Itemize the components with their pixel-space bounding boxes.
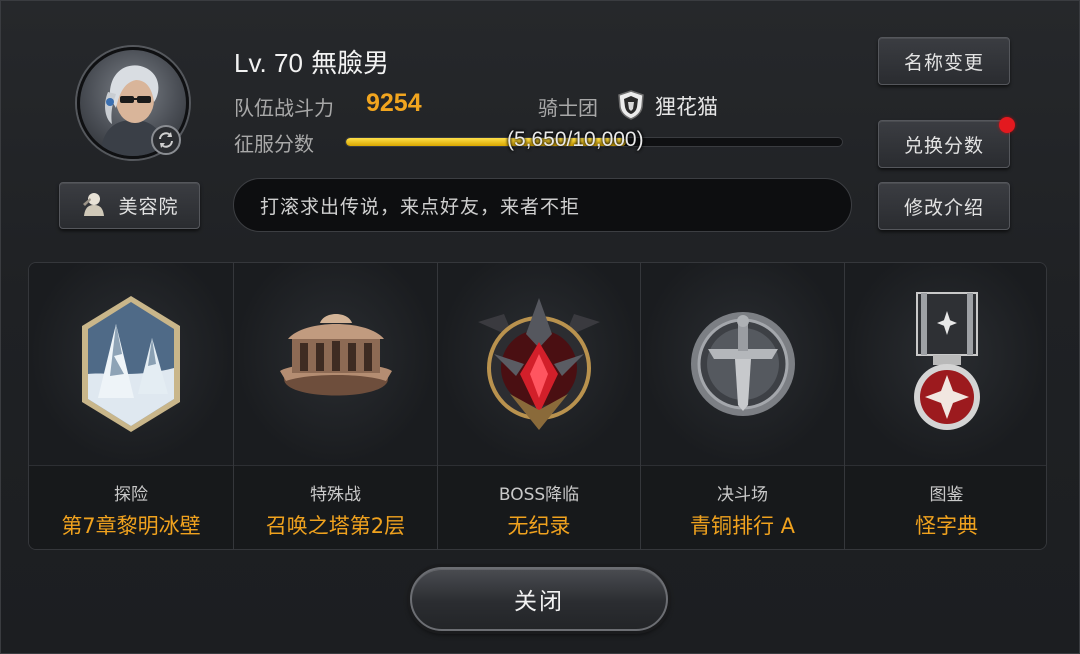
card-special-battle[interactable]: 特殊战 召唤之塔第2层: [234, 263, 438, 549]
guild-crest-icon: [617, 90, 645, 120]
card-value: 无纪录: [507, 514, 571, 538]
profile-panel: 美容院 Lv. 70 無臉男 队伍战斗力 9254 骑士团 狸花猫 征服分数 (…: [0, 0, 1080, 654]
card-value: 青铜排行 A: [689, 514, 796, 538]
beauty-salon-label: 美容院: [118, 196, 179, 218]
frozen-mountain-icon: [82, 296, 180, 432]
achievement-cards: 探险 第7章黎明冰壁 特殊战 召唤之塔第2层 BOSS降临 无纪录 决斗场 青铜…: [28, 262, 1047, 550]
conquest-score-text: (5,650/10,000): [507, 128, 644, 151]
team-power-label: 队伍战斗力: [234, 96, 334, 120]
card-adventure[interactable]: 探险 第7章黎明冰壁: [29, 263, 234, 549]
exchange-score-button[interactable]: 兑换分数: [878, 120, 1010, 168]
card-caption: 探险: [114, 485, 148, 505]
notification-dot: [999, 117, 1015, 133]
card-arena[interactable]: 决斗场 青铜排行 A: [641, 263, 845, 549]
card-value: 第7章黎明冰壁: [61, 514, 201, 538]
player-name: 無臉男: [311, 49, 390, 79]
card-codex[interactable]: 图鉴 怪字典: [845, 263, 1046, 549]
beauty-salon-button[interactable]: 美容院: [59, 182, 200, 229]
conquest-score-label: 征服分数: [234, 132, 314, 156]
guild-label: 骑士团: [538, 96, 598, 120]
close-label: 关闭: [514, 589, 564, 615]
hairdresser-icon: [80, 190, 106, 221]
bronze-sword-medal-icon: [690, 312, 795, 416]
self-introduction-text: 打滚求出传说，来点好友，来者不拒: [260, 195, 581, 218]
avatar-change-button[interactable]: [151, 125, 181, 155]
rename-label: 名称变更: [903, 51, 984, 74]
card-value: 怪字典: [915, 514, 978, 538]
card-caption: 决斗场: [717, 485, 768, 505]
card-caption: BOSS降临: [498, 485, 580, 505]
rename-button[interactable]: 名称变更: [878, 37, 1010, 85]
self-introduction-box: 打滚求出传说，来点好友，来者不拒: [233, 178, 852, 232]
boss-emblem-icon: [478, 298, 600, 430]
guild-name[interactable]: 狸花猫: [655, 91, 718, 121]
swap-icon: [159, 132, 173, 148]
edit-introduction-label: 修改介绍: [903, 196, 984, 219]
medal-icon: [913, 292, 980, 430]
team-power-value: 9254: [366, 89, 422, 117]
exchange-score-label: 兑换分数: [903, 134, 984, 157]
close-button[interactable]: 关闭: [410, 567, 668, 631]
card-caption: 图鉴: [929, 485, 964, 505]
card-caption: 特殊战: [310, 485, 361, 505]
card-value: 召唤之塔第2层: [265, 514, 406, 538]
edit-introduction-button[interactable]: 修改介绍: [878, 182, 1010, 230]
player-name-line: Lv. 70 無臉男: [234, 43, 389, 80]
tower-icon: [279, 314, 392, 396]
player-level: Lv. 70: [234, 48, 303, 78]
card-boss-raid[interactable]: BOSS降临 无纪录: [438, 263, 641, 549]
